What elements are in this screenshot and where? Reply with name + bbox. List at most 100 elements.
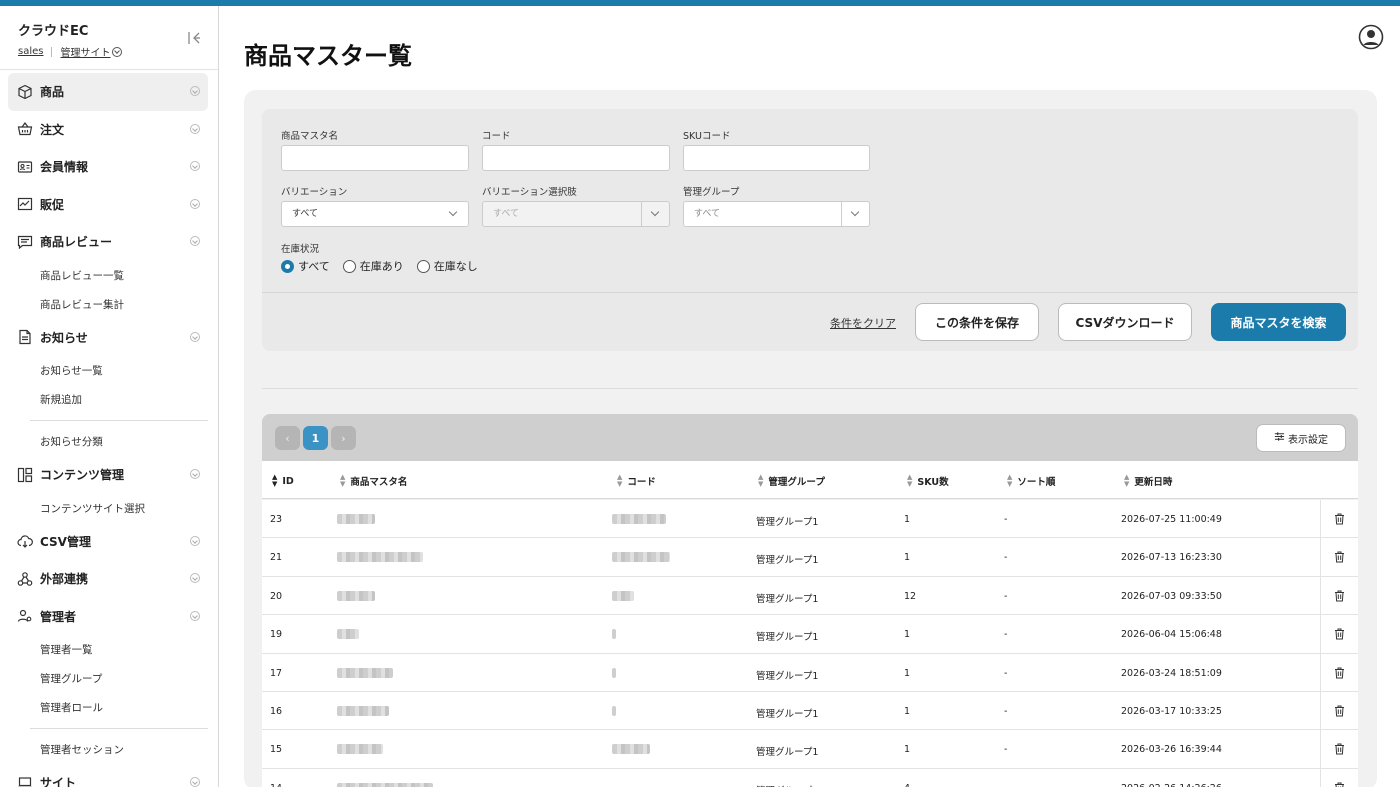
- row-sku-count: 1: [904, 629, 911, 641]
- sidebar-item-orders[interactable]: 注文: [8, 111, 208, 149]
- delete-button[interactable]: [1320, 730, 1358, 769]
- site-switch-link[interactable]: 管理サイト: [60, 44, 110, 59]
- name-input[interactable]: [281, 145, 469, 171]
- row-sort-order: -: [1004, 590, 1008, 602]
- sidebar-subitem-news-category[interactable]: お知らせ分類: [8, 427, 208, 456]
- chevron-icon: [190, 161, 200, 171]
- table-row[interactable]: 14 管理グループ1 4 - 2026-02-26 14:26:26: [262, 768, 1358, 787]
- sidebar-item-reviews[interactable]: 商品レビュー: [8, 223, 208, 261]
- column-header-group[interactable]: ▲ ▼ 管理グループ: [758, 474, 825, 489]
- sidebar-item-site[interactable]: サイト: [8, 764, 208, 787]
- column-header-sku-count[interactable]: ▲ ▼ SKU数: [907, 474, 949, 489]
- stock-radio-group: すべて 在庫あり 在庫なし: [281, 258, 491, 274]
- row-updated: 2026-03-17 10:33:25: [1121, 706, 1222, 717]
- user-account-icon[interactable]: [1358, 24, 1384, 50]
- sidebar-item-members[interactable]: 会員情報: [8, 148, 208, 186]
- collapse-sidebar-icon[interactable]: [186, 30, 202, 46]
- sidebar-subitem-review-summary[interactable]: 商品レビュー集計: [8, 290, 208, 319]
- sidebar-item-integration[interactable]: 外部連携: [8, 560, 208, 598]
- table-row[interactable]: 21 管理グループ1 1 - 2026-07-13 16:23:30: [262, 538, 1358, 577]
- clear-conditions-link[interactable]: 条件をクリア: [830, 315, 896, 331]
- id-card-icon: [17, 159, 33, 175]
- csv-download-button[interactable]: CSVダウンロード: [1058, 303, 1192, 341]
- sidebar-subitem-news-new[interactable]: 新規追加: [8, 385, 208, 414]
- sidebar-item-news[interactable]: お知らせ: [8, 319, 208, 357]
- row-updated: 2026-06-04 15:06:48: [1121, 629, 1222, 641]
- sort-icon: ▲ ▼: [1124, 473, 1130, 488]
- stock-radio-in-stock[interactable]: 在庫あり: [342, 258, 404, 274]
- table-row[interactable]: 15 管理グループ1 1 - 2026-03-26 16:39:44: [262, 730, 1358, 769]
- sidebar-subitem-admin-list[interactable]: 管理者一覧: [8, 635, 208, 664]
- prev-page-button[interactable]: ‹: [275, 426, 300, 450]
- chevron-down-icon: [440, 202, 468, 226]
- delete-button[interactable]: [1320, 615, 1358, 654]
- sidebar-subitem-admin-role[interactable]: 管理者ロール: [8, 693, 208, 722]
- stock-radio-all[interactable]: すべて: [281, 258, 330, 274]
- chevron-icon: [190, 86, 200, 96]
- column-header-updated[interactable]: ▲ ▼ 更新日時: [1124, 473, 1172, 489]
- tenant-link[interactable]: sales: [18, 46, 43, 57]
- sidebar-subitem-content-site[interactable]: コンテンツサイト選択: [8, 494, 208, 523]
- row-group: 管理グループ1: [756, 709, 819, 720]
- delete-button[interactable]: [1320, 538, 1358, 577]
- sidebar-item-admins[interactable]: 管理者: [8, 598, 208, 636]
- sidebar-item-content[interactable]: コンテンツ管理: [8, 456, 208, 494]
- column-header-sort-order[interactable]: ▲ ▼ ソート順: [1007, 474, 1055, 489]
- sidebar-subitem-news-list[interactable]: お知らせ一覧: [8, 356, 208, 385]
- column-header-name[interactable]: ▲ ▼ 商品マスタ名: [340, 473, 407, 489]
- document-icon: [17, 329, 33, 345]
- delete-button[interactable]: [1320, 500, 1358, 538]
- variation-select[interactable]: すべて: [281, 201, 469, 227]
- chevron-down-icon[interactable]: [112, 46, 123, 57]
- row-sku-count: 1: [904, 744, 911, 756]
- save-conditions-button[interactable]: この条件を保存: [915, 303, 1039, 341]
- stock-radio-out-of-stock[interactable]: 在庫なし: [416, 258, 478, 274]
- column-header-code[interactable]: ▲ ▼ コード: [617, 474, 656, 489]
- trash-icon: [1335, 743, 1344, 755]
- table-row[interactable]: 17 管理グループ1 1 - 2026-03-24 18:51:09: [262, 653, 1358, 692]
- row-sort-order: -: [1004, 667, 1008, 679]
- sidebar-subitem-admin-group[interactable]: 管理グループ: [8, 664, 208, 693]
- group-select[interactable]: すべて: [683, 201, 870, 227]
- redacted-code: [612, 590, 634, 601]
- redacted-name: [337, 744, 383, 755]
- code-input[interactable]: [482, 145, 670, 171]
- chevron-left-icon: ‹: [285, 431, 290, 445]
- trash-icon: [1335, 782, 1344, 787]
- column-header-id[interactable]: ▲ ▼ ID: [272, 474, 294, 488]
- delete-button[interactable]: [1320, 576, 1358, 615]
- laptop-icon: [17, 775, 33, 787]
- delete-button[interactable]: [1320, 768, 1358, 787]
- sidebar-item-csv[interactable]: CSV管理: [8, 523, 208, 561]
- table-row[interactable]: 23 管理グループ1 1 - 2026-07-25 11:00:49: [262, 500, 1358, 539]
- delete-button[interactable]: [1320, 653, 1358, 692]
- row-sku-count: 1: [904, 706, 911, 717]
- sidebar-item-promotion[interactable]: 販促: [8, 186, 208, 224]
- sort-icon: ▲ ▼: [340, 473, 346, 488]
- delete-button[interactable]: [1320, 692, 1358, 730]
- sidebar-subitem-review-list[interactable]: 商品レビュー一覧: [8, 261, 208, 290]
- row-id: 23: [270, 514, 283, 525]
- chevron-icon: [190, 236, 200, 246]
- table-row[interactable]: 16 管理グループ1 1 - 2026-03-17 10:33:25: [262, 692, 1358, 731]
- row-id: 19: [270, 629, 283, 641]
- search-button[interactable]: 商品マスタを検索: [1211, 303, 1346, 341]
- row-sort-order: -: [1004, 629, 1008, 641]
- table-row[interactable]: 19 管理グループ1 1 - 2026-06-04 15:06:48: [262, 615, 1358, 654]
- display-settings-button[interactable]: 表示設定: [1256, 424, 1346, 452]
- table-row[interactable]: 20 管理グループ1 12 - 2026-07-03 09:33:50: [262, 576, 1358, 616]
- next-page-button[interactable]: ›: [331, 426, 356, 450]
- redacted-name: [337, 514, 375, 524]
- sidebar-subitem-admin-session[interactable]: 管理者セッション: [8, 735, 208, 764]
- row-sku-count: 1: [904, 514, 911, 525]
- trash-icon: [1335, 667, 1344, 679]
- row-updated: 2026-03-24 18:51:09: [1121, 667, 1222, 679]
- page-button-current[interactable]: 1: [303, 426, 328, 450]
- row-sku-count: 4: [904, 783, 910, 787]
- row-sku-count: 12: [904, 590, 917, 602]
- sidebar-item-products[interactable]: 商品: [8, 73, 208, 111]
- redacted-code: [612, 514, 666, 524]
- sku-input[interactable]: [683, 145, 870, 171]
- code-label: コード: [482, 131, 511, 142]
- chart-icon: [17, 196, 33, 212]
